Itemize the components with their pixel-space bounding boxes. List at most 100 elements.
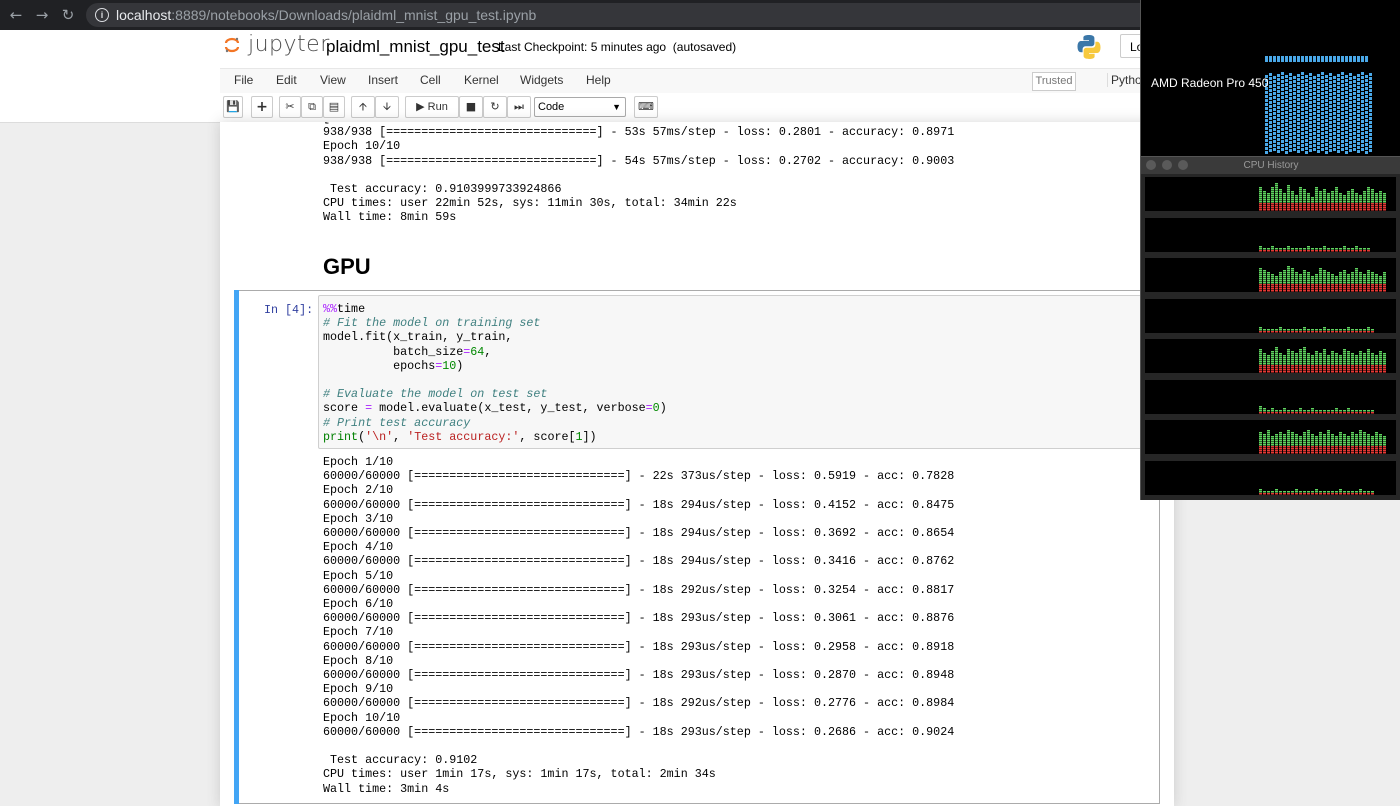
notebook-title[interactable]: plaidml_mnist_gpu_test <box>326 37 505 57</box>
restart-icon[interactable]: ↻ <box>483 96 507 118</box>
gpu-bar <box>1265 99 1268 102</box>
cpu-bar <box>1371 199 1374 201</box>
cpu-bar <box>1295 288 1298 290</box>
gpu-bar <box>1313 80 1316 83</box>
cpu-bar <box>1263 369 1266 371</box>
keyboard-icon[interactable]: ⌨ <box>634 96 658 118</box>
save-icon[interactable]: 💾 <box>223 96 243 118</box>
cpu-bar <box>1331 247 1334 249</box>
menu-edit[interactable]: Edit <box>276 73 297 87</box>
copy-icon[interactable]: ⧉ <box>301 96 323 118</box>
code-editor[interactable]: %%time # Fit the model on training set mod… <box>318 295 1158 449</box>
cpu-bar <box>1331 363 1334 365</box>
cpu-bar <box>1371 490 1374 492</box>
cpu-bar <box>1291 363 1294 365</box>
cpu-bar <box>1271 290 1274 292</box>
move-up-icon[interactable]: 🡩 <box>351 96 375 118</box>
cpu-bar <box>1327 328 1330 330</box>
trusted-indicator[interactable]: Trusted <box>1032 72 1076 91</box>
cpu-bar <box>1323 284 1326 286</box>
menu-view[interactable]: View <box>320 73 346 87</box>
cpu-bar <box>1335 440 1338 442</box>
cpu-bar <box>1371 361 1374 363</box>
gpu-bar <box>1317 74 1320 77</box>
paste-icon[interactable]: ▤ <box>323 96 345 118</box>
gpu-bar <box>1281 108 1284 111</box>
cpu-bar <box>1379 438 1382 440</box>
back-arrow-icon[interactable]: ← <box>6 5 26 25</box>
gpu-bar <box>1361 116 1364 119</box>
menu-widgets[interactable]: Widgets <box>520 73 563 87</box>
cpu-core-graph-bars <box>1259 245 1370 251</box>
cpu-bar <box>1303 191 1306 193</box>
cpu-bar <box>1307 436 1310 438</box>
markdown-heading[interactable]: GPU <box>323 254 371 280</box>
gpu-bar <box>1313 112 1316 115</box>
cpu-bar <box>1347 355 1350 357</box>
gpu-bar <box>1269 133 1272 136</box>
gpu-bar <box>1285 99 1288 102</box>
gpu-bar <box>1345 79 1348 82</box>
reload-icon[interactable]: ↻ <box>58 5 78 25</box>
restart-run-all-icon[interactable]: ⏭ <box>507 96 531 118</box>
cell-type-select[interactable]: Code ▼ <box>534 97 626 117</box>
gpu-bar <box>1281 128 1284 131</box>
cpu-bar <box>1339 450 1342 452</box>
cpu-bar <box>1315 328 1318 330</box>
cpu-bar <box>1271 187 1274 189</box>
gpu-bar <box>1345 95 1348 98</box>
menu-cell[interactable]: Cell <box>420 73 441 87</box>
cpu-bar <box>1307 193 1310 195</box>
cpu-bar <box>1379 369 1382 371</box>
cpu-bar <box>1323 274 1326 276</box>
cpu-bar <box>1367 193 1370 195</box>
cpu-bar <box>1343 490 1346 492</box>
cpu-bar <box>1367 326 1370 328</box>
menu-kernel[interactable]: Kernel <box>464 73 499 87</box>
cpu-bar <box>1315 284 1318 286</box>
cpu-bar <box>1355 328 1358 330</box>
cpu-bar <box>1291 282 1294 284</box>
gpu-bar <box>1353 136 1356 139</box>
cpu-bar <box>1347 357 1350 359</box>
address-bar[interactable]: i localhost:8889/notebooks/Downloads/pla… <box>86 3 1186 27</box>
cpu-bar <box>1371 442 1374 444</box>
cpu-bar <box>1335 355 1338 357</box>
cpu-bar <box>1339 249 1342 251</box>
cpu-bar <box>1299 284 1302 286</box>
cpu-bar <box>1323 288 1326 290</box>
move-down-icon[interactable]: 🡫 <box>375 96 399 118</box>
cpu-bar <box>1375 286 1378 288</box>
cpu-bar <box>1351 328 1354 330</box>
gpu-bar <box>1369 89 1372 92</box>
selected-code-cell[interactable]: In [4]: %%time # Fit the model on trainin… <box>234 290 1160 804</box>
cpu-bar <box>1287 290 1290 292</box>
menu-file[interactable]: File <box>234 73 253 87</box>
gpu-bar <box>1345 147 1348 150</box>
gpu-bar <box>1333 140 1336 143</box>
cpu-bar <box>1271 249 1274 251</box>
cpu-bar <box>1267 492 1270 494</box>
forward-arrow-icon[interactable]: → <box>32 5 52 25</box>
cpu-bar <box>1335 328 1338 330</box>
cpu-bar <box>1299 187 1302 189</box>
gpu-bar <box>1357 126 1360 129</box>
cpu-bar <box>1287 438 1290 440</box>
cpu-bar <box>1291 280 1294 282</box>
menu-help[interactable]: Help <box>586 73 611 87</box>
menu-insert[interactable]: Insert <box>368 73 398 87</box>
add-cell-icon[interactable]: + <box>251 96 273 118</box>
cpu-bar <box>1263 446 1266 448</box>
gpu-bar <box>1361 128 1364 131</box>
cpu-bar <box>1331 371 1334 373</box>
cpu-bar <box>1287 369 1290 371</box>
cut-icon[interactable]: ✂ <box>279 96 301 118</box>
gpu-bar <box>1265 127 1268 130</box>
cpu-bar <box>1267 448 1270 450</box>
info-icon[interactable]: i <box>95 8 109 22</box>
interrupt-icon[interactable]: ■ <box>459 96 483 118</box>
run-button[interactable]: ▶ Run <box>405 96 459 118</box>
cpu-bar <box>1347 326 1350 328</box>
cpu-bar <box>1355 278 1358 280</box>
cpu-bar <box>1359 369 1362 371</box>
